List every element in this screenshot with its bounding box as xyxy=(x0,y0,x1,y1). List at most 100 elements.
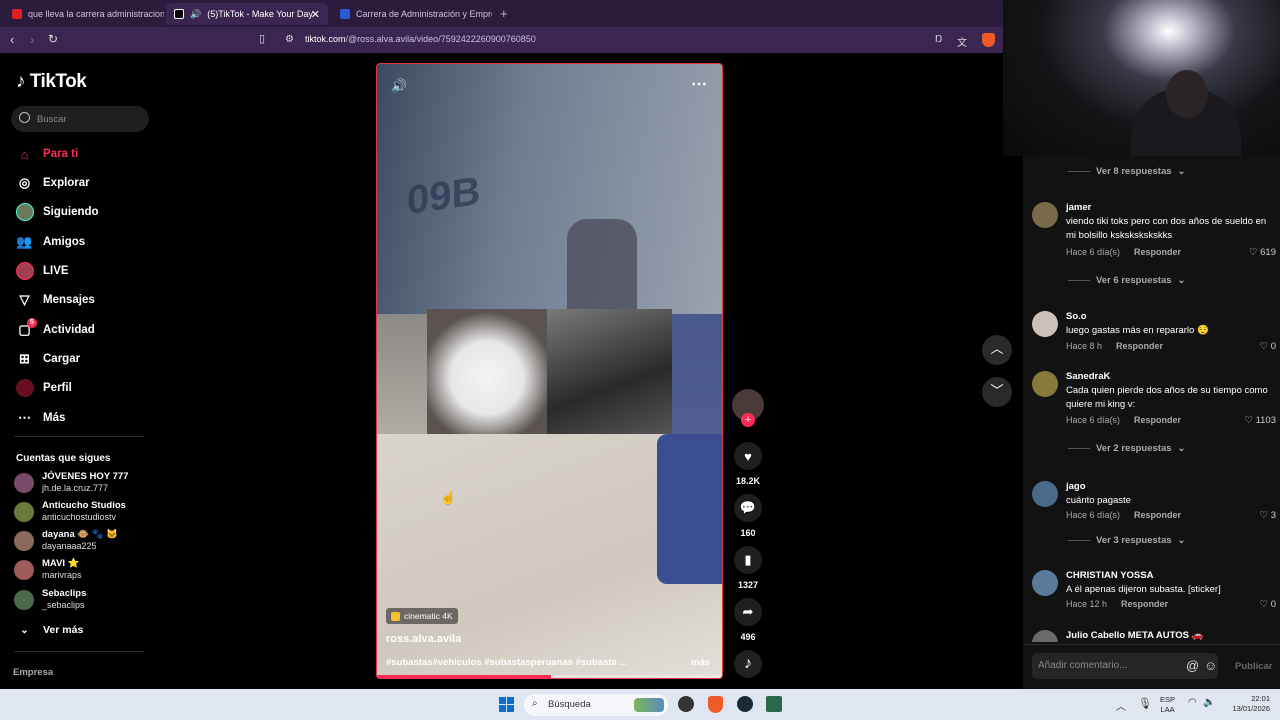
like-button[interactable]: ♥ 18.2K xyxy=(731,442,765,486)
caption-more-link[interactable]: más xyxy=(691,657,710,668)
windows-start-icon[interactable] xyxy=(499,697,514,712)
comment-button[interactable]: 💬 160 xyxy=(731,494,765,538)
translate-icon[interactable]: 文 xyxy=(957,34,967,49)
follow-plus-icon[interactable]: + xyxy=(741,413,755,427)
effect-icon xyxy=(391,611,400,621)
comment-author[interactable]: Julio Cabello META AUTOS 🚗 xyxy=(1066,630,1203,641)
following-account[interactable]: Sebaclips _sebaclips xyxy=(14,588,86,611)
save-button[interactable]: ▮ 1327 xyxy=(731,546,765,590)
view-replies-button[interactable]: Ver 8 respuestas ⌄ xyxy=(1068,166,1186,177)
creator-avatar-button[interactable]: + xyxy=(731,389,765,427)
reply-button[interactable]: Responder xyxy=(1134,247,1181,257)
volume-icon[interactable]: 🔊 xyxy=(391,78,407,94)
chevron-down-icon: ﹀ xyxy=(990,383,1004,398)
video-player[interactable]: 09B 🔊 ⋯ cinematic 4K ross.alva.avila #su… xyxy=(376,63,723,679)
view-replies-button[interactable]: Ver 2 respuestas ⌄ xyxy=(1068,443,1186,454)
reply-button[interactable]: Responder xyxy=(1121,599,1168,609)
reply-button[interactable]: Responder xyxy=(1134,415,1181,425)
steam-icon[interactable] xyxy=(737,696,753,712)
comment-like-button[interactable]: ♡ 619 xyxy=(1249,247,1276,258)
avatar[interactable] xyxy=(1032,630,1058,642)
brave-shield-icon[interactable] xyxy=(982,33,995,47)
avatar[interactable] xyxy=(1032,371,1058,397)
video-caption[interactable]: #subastas#vehiculos #subastasperuanas #s… xyxy=(386,657,636,668)
view-replies-button[interactable]: Ver 6 respuestas ⌄ xyxy=(1068,275,1186,286)
following-account[interactable]: Anticucho Studios anticuchostudiostv xyxy=(14,500,126,523)
comment-author[interactable]: CHRISTIAN YOSSA xyxy=(1066,570,1153,581)
reload-icon[interactable]: ↻ xyxy=(48,32,58,46)
see-more-button[interactable]: ⌄ Ver más xyxy=(16,620,83,640)
comment-like-button[interactable]: ♡ 0 xyxy=(1260,341,1276,352)
view-replies-button[interactable]: Ver 3 respuestas ⌄ xyxy=(1068,535,1186,546)
nav-mas[interactable]: ⋯ Más xyxy=(16,408,65,428)
close-tab-icon[interactable]: ✕ xyxy=(311,8,320,21)
more-options-icon[interactable]: ⋯ xyxy=(691,74,707,94)
progress-track[interactable] xyxy=(377,675,722,678)
browser-tab-2[interactable]: 🔊 (5)TikTok - Make Your Day ✕ xyxy=(166,3,328,25)
tiktok-logo[interactable]: ♪ TikTok xyxy=(16,71,87,93)
site-info-icon[interactable]: ⚙ xyxy=(285,34,294,45)
nav-para-ti[interactable]: ⌂ Para ti xyxy=(16,144,79,164)
volume-icon[interactable]: 🔈 xyxy=(1203,697,1215,708)
comment-author[interactable]: SanedraK xyxy=(1066,371,1110,382)
translate-off-icon[interactable]: Ŋ xyxy=(935,34,942,45)
effect-badge[interactable]: cinematic 4K xyxy=(386,608,458,624)
browser-tab-3[interactable]: Carrera de Administración y Empren xyxy=(332,3,492,25)
reply-button[interactable]: Responder xyxy=(1116,341,1163,351)
obs-icon[interactable] xyxy=(678,696,694,712)
share-button[interactable]: ➦ 496 xyxy=(731,598,765,642)
comment-like-button[interactable]: ♡ 0 xyxy=(1260,599,1276,610)
app-icon[interactable] xyxy=(766,696,782,712)
avatar[interactable] xyxy=(1032,481,1058,507)
nav-live[interactable]: LIVE xyxy=(15,261,69,281)
new-tab-plus-icon[interactable]: + xyxy=(500,6,508,21)
comment-author[interactable]: So.o xyxy=(1066,311,1087,322)
comment-like-button[interactable]: ♡ 3 xyxy=(1260,510,1276,521)
following-account[interactable]: MAVI ⭐ marivraps xyxy=(14,558,82,581)
comment-author[interactable]: jago xyxy=(1066,481,1086,492)
tiktok-note-icon: ♪ xyxy=(734,650,762,678)
clock[interactable]: 22:01 13/01/2026 xyxy=(1228,694,1270,714)
next-video-button[interactable]: ﹀ xyxy=(982,377,1012,407)
comment-author[interactable]: jamer xyxy=(1066,202,1091,213)
avatar[interactable] xyxy=(1032,202,1058,228)
footer-link[interactable]: Empresa xyxy=(13,667,53,678)
nav-perfil[interactable]: Perfil xyxy=(15,378,72,398)
publish-button[interactable]: Publicar xyxy=(1235,661,1273,672)
chevron-up-icon[interactable]: ︿ xyxy=(1116,698,1126,713)
heart-outline-icon: ♡ xyxy=(1248,247,1258,258)
video-author[interactable]: ross.alva.avila xyxy=(386,633,461,645)
avatar[interactable] xyxy=(1032,570,1058,596)
nav-mensajes[interactable]: ▽ Mensajes xyxy=(16,290,95,310)
nav-cargar[interactable]: ⊞ Cargar xyxy=(16,349,80,369)
nav-siguiendo[interactable]: Siguiendo xyxy=(15,202,99,222)
emoji-icon[interactable]: ☺ xyxy=(1204,658,1217,673)
reply-button[interactable]: Responder xyxy=(1134,510,1181,520)
url-field[interactable]: tiktok.com/@ross.alva.avila/video/759242… xyxy=(305,34,536,44)
microphone-icon[interactable]: 🎙 xyxy=(1138,697,1152,710)
more-icon: ⋯ xyxy=(18,410,31,425)
comment-like-button[interactable]: ♡ 1103 xyxy=(1244,415,1276,426)
sound-button[interactable]: ♪ xyxy=(731,650,765,678)
chevron-down-icon: ⌄ xyxy=(1177,535,1186,546)
forward-arrow-icon[interactable]: › xyxy=(30,32,34,47)
nav-amigos[interactable]: 👥 Amigos xyxy=(16,232,85,252)
taskbar-search-input[interactable]: ⌕ Búsqueda xyxy=(524,694,668,716)
previous-video-button[interactable]: ︿ xyxy=(982,335,1012,365)
nav-actividad[interactable]: ▢ 5 Actividad xyxy=(16,317,95,340)
following-account[interactable]: JÓVENES HOY 777 jh.de.la.cruz.777 xyxy=(14,471,128,494)
bookmark-icon[interactable]: ▯ xyxy=(259,32,265,45)
mention-icon[interactable]: @ xyxy=(1186,658,1199,673)
search-input[interactable]: Buscar xyxy=(11,106,149,132)
browser-tab-1[interactable]: que lleva la carrera administracion d xyxy=(4,3,164,25)
nav-explorar[interactable]: ◎ Explorar xyxy=(16,173,90,193)
comment-input[interactable]: Añadir comentario... @ ☺ xyxy=(1032,653,1218,679)
avatar[interactable] xyxy=(1032,311,1058,337)
following-account[interactable]: dayana 🐵 🐾 🐱 dayanaaa225 xyxy=(14,529,118,552)
browser-tab-bar: que lleva la carrera administracion d 🔊 … xyxy=(0,0,1003,27)
brave-browser-icon[interactable] xyxy=(708,696,723,713)
language-indicator[interactable]: ESP LAA xyxy=(1160,695,1175,715)
wifi-icon[interactable]: ◠ xyxy=(1188,697,1197,708)
avatar xyxy=(15,203,34,221)
back-arrow-icon[interactable]: ‹ xyxy=(10,32,14,47)
